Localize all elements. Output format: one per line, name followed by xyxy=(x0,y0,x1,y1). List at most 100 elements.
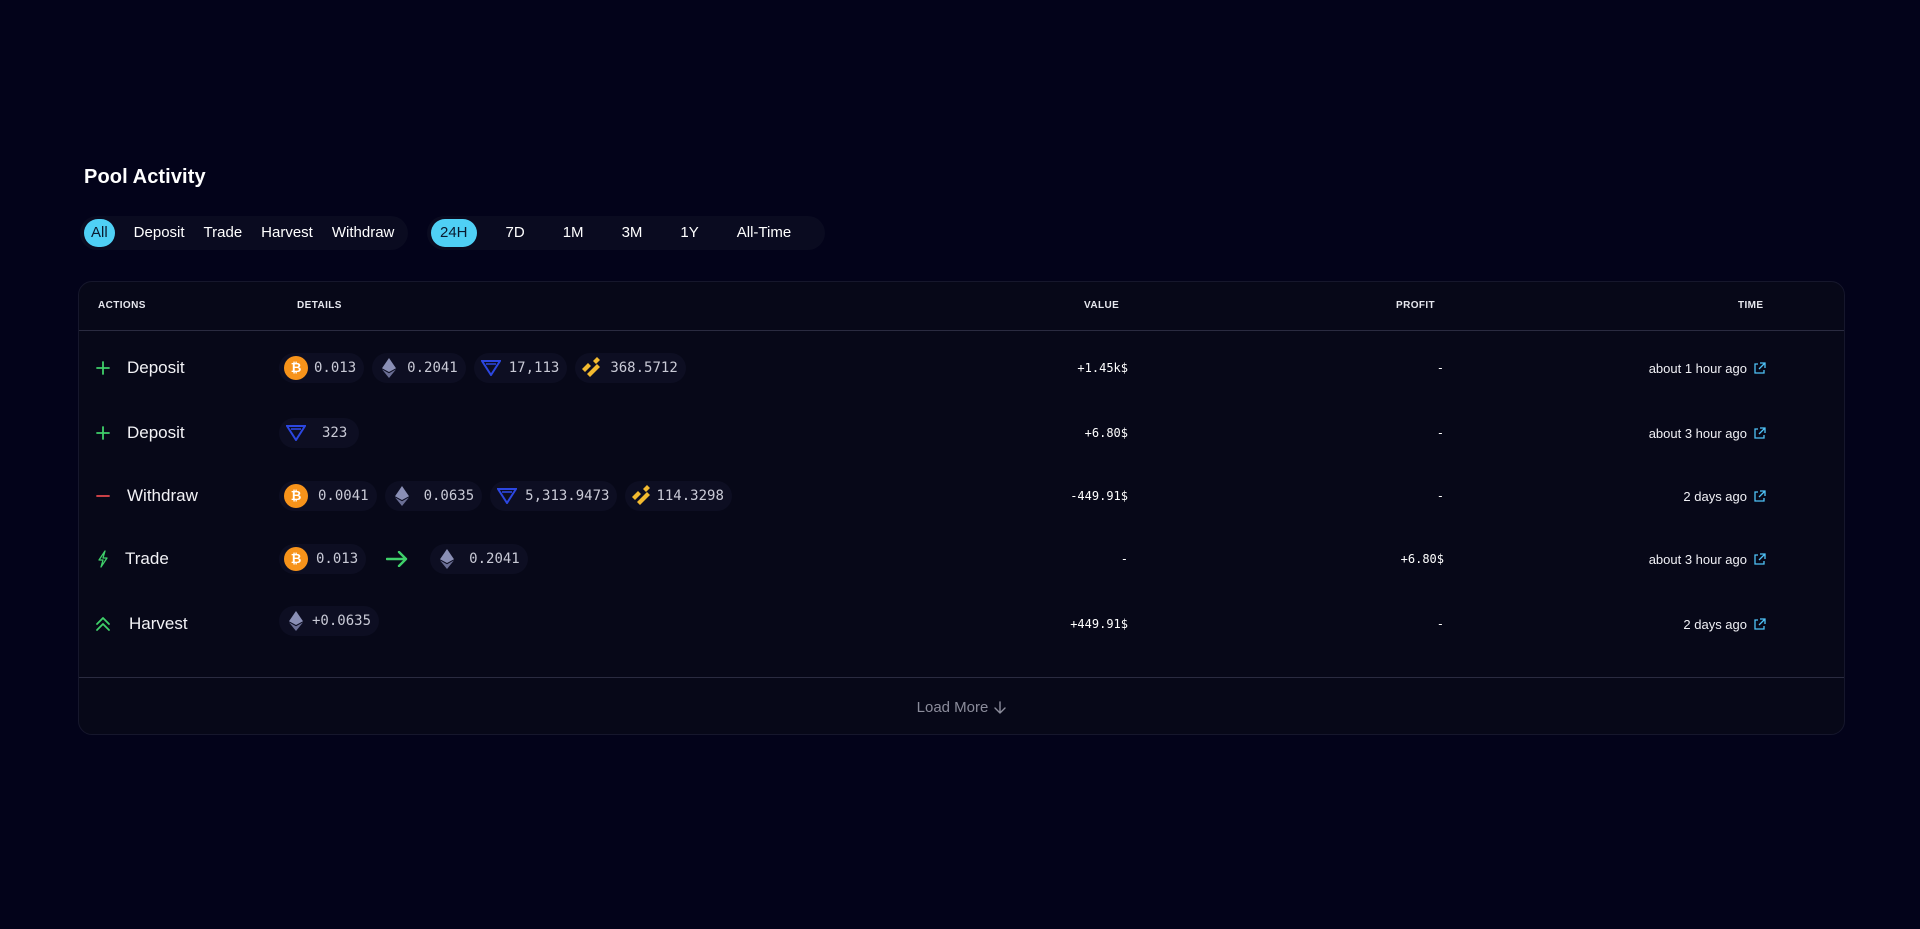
token-chip: 323 xyxy=(279,418,360,448)
action-label: Trade xyxy=(125,549,169,568)
token-amount: 0.013 xyxy=(314,360,357,376)
period-1m[interactable]: 1M xyxy=(554,219,593,247)
page-title: Pool Activity xyxy=(84,166,206,188)
time-cell: 2 days ago xyxy=(1683,476,1766,516)
token-chip: 17,113 xyxy=(473,353,568,383)
load-more-button[interactable]: Load More xyxy=(917,699,1007,716)
details-cell: +0.0635 xyxy=(279,601,387,641)
value-cell: +6.80$ xyxy=(1084,426,1128,440)
token-amount: 17,113 xyxy=(508,360,560,376)
binance-icon xyxy=(630,484,654,508)
ethereum-icon xyxy=(377,356,401,380)
profit-cell: +6.80$ xyxy=(1400,552,1444,566)
profit-cell: - xyxy=(1436,361,1444,375)
details-cell: 323 xyxy=(279,413,367,453)
action-filter-group: All Deposit Trade Harvest Withdraw xyxy=(80,216,408,250)
action-label: Deposit xyxy=(127,358,185,377)
time-label: about 3 hour ago xyxy=(1648,551,1747,567)
filter-harvest[interactable]: Harvest xyxy=(254,219,320,247)
ethereum-icon xyxy=(390,484,414,508)
triangle-token-icon xyxy=(495,484,519,508)
table-row: Harvest +0.0635 +449.91$ - 2 days ago xyxy=(79,604,1844,644)
period-7d[interactable]: 7D xyxy=(497,219,534,247)
profit-cell: - xyxy=(1436,426,1444,440)
profit-cell: - xyxy=(1436,617,1444,631)
value-cell: +449.91$ xyxy=(1070,617,1128,631)
token-amount: 323 xyxy=(322,425,348,441)
table-row: Deposit ₿ 0.013 0.2041 17,113 368.5712 +… xyxy=(79,348,1844,388)
time-label: about 1 hour ago xyxy=(1648,360,1747,376)
binance-icon xyxy=(580,356,604,380)
time-cell: about 1 hour ago xyxy=(1649,348,1766,388)
external-link-icon[interactable] xyxy=(1753,617,1766,631)
time-label: about 3 hour ago xyxy=(1648,425,1747,441)
activity-table: ACTIONS DETAILS VALUE PROFIT TIME Deposi… xyxy=(78,281,1845,735)
value-cell: +1.45k$ xyxy=(1077,361,1128,375)
token-amount: 5,313.9473 xyxy=(525,488,610,504)
external-link-icon[interactable] xyxy=(1753,489,1766,503)
table-footer: Load More xyxy=(79,677,1844,734)
action-label: Harvest xyxy=(129,614,188,633)
token-chip: 5,313.9473 xyxy=(490,481,618,511)
token-amount: 368.5712 xyxy=(610,360,678,376)
bitcoin-icon: ₿ xyxy=(284,356,308,380)
external-link-icon[interactable] xyxy=(1753,552,1766,566)
time-cell: about 3 hour ago xyxy=(1649,539,1766,579)
header-details: DETAILS xyxy=(297,300,342,311)
period-1y[interactable]: 1Y xyxy=(671,219,707,247)
pool-activity-page: Pool Activity All Deposit Trade Harvest … xyxy=(0,0,1920,929)
token-chip: +0.0635 xyxy=(279,606,380,636)
bitcoin-icon: ₿ xyxy=(284,484,308,508)
filter-all[interactable]: All xyxy=(84,219,115,247)
time-label: 2 days ago xyxy=(1683,488,1747,504)
token-amount: +0.0635 xyxy=(312,613,372,629)
token-chip: ₿ 0.013 xyxy=(279,353,365,383)
action-cell: Withdraw xyxy=(93,476,198,516)
action-label: Deposit xyxy=(127,423,185,442)
plus-icon xyxy=(93,358,113,378)
filter-deposit[interactable]: Deposit xyxy=(127,219,192,247)
header-actions: ACTIONS xyxy=(98,300,146,311)
period-24h[interactable]: 24H xyxy=(431,219,477,247)
header-value: VALUE xyxy=(1084,300,1120,311)
header-time: TIME xyxy=(1738,300,1764,311)
lightning-icon xyxy=(93,549,113,569)
period-filter-group: 24H 7D 1M 3M 1Y All-Time xyxy=(427,216,825,250)
table-row: Withdraw ₿ 0.0041 0.0635 5,313.9473 114.… xyxy=(79,476,1844,516)
table-row: Trade ₿ 0.013 0.2041 - +6.80$ about 3 ho… xyxy=(79,539,1844,579)
period-3m[interactable]: 3M xyxy=(613,219,652,247)
filter-trade[interactable]: Trade xyxy=(197,219,250,247)
token-amount: 0.013 xyxy=(316,551,359,567)
token-chip: 114.3298 xyxy=(625,481,732,511)
ethereum-icon xyxy=(284,609,308,633)
value-cell: - xyxy=(1120,552,1128,566)
token-amount: 0.2041 xyxy=(469,551,520,567)
time-label: 2 days ago xyxy=(1683,616,1747,632)
header-profit: PROFIT xyxy=(1396,300,1436,311)
arrow-right-icon xyxy=(386,551,408,567)
time-cell: about 3 hour ago xyxy=(1649,413,1766,453)
minus-icon xyxy=(93,486,113,506)
arrow-down-icon xyxy=(994,700,1007,714)
external-link-icon[interactable] xyxy=(1753,426,1766,440)
token-amount: 0.0635 xyxy=(423,488,475,504)
token-chip: 0.0635 xyxy=(384,481,483,511)
action-cell: Deposit xyxy=(93,413,185,453)
details-cell: ₿ 0.013 0.2041 17,113 368.5712 xyxy=(279,348,694,388)
action-cell: Trade xyxy=(93,539,169,579)
token-amount: 114.3298 xyxy=(656,488,724,504)
token-amount: 0.0041 xyxy=(318,488,369,504)
action-cell: Harvest xyxy=(93,604,188,644)
period-all-time[interactable]: All-Time xyxy=(728,219,800,247)
token-chip: ₿ 0.013 xyxy=(279,544,367,574)
token-chip: 0.2041 xyxy=(372,353,466,383)
external-link-icon[interactable] xyxy=(1753,361,1766,375)
table-header: ACTIONS DETAILS VALUE PROFIT TIME xyxy=(79,282,1844,331)
plus-icon xyxy=(93,423,113,443)
table-row: Deposit 323 +6.80$ - about 3 hour ago xyxy=(79,413,1844,453)
action-label: Withdraw xyxy=(127,486,198,505)
token-amount: 0.2041 xyxy=(407,360,458,376)
filter-withdraw[interactable]: Withdraw xyxy=(325,219,402,247)
details-cell: ₿ 0.0041 0.0635 5,313.9473 114.3298 xyxy=(279,476,740,516)
action-cell: Deposit xyxy=(93,348,185,388)
